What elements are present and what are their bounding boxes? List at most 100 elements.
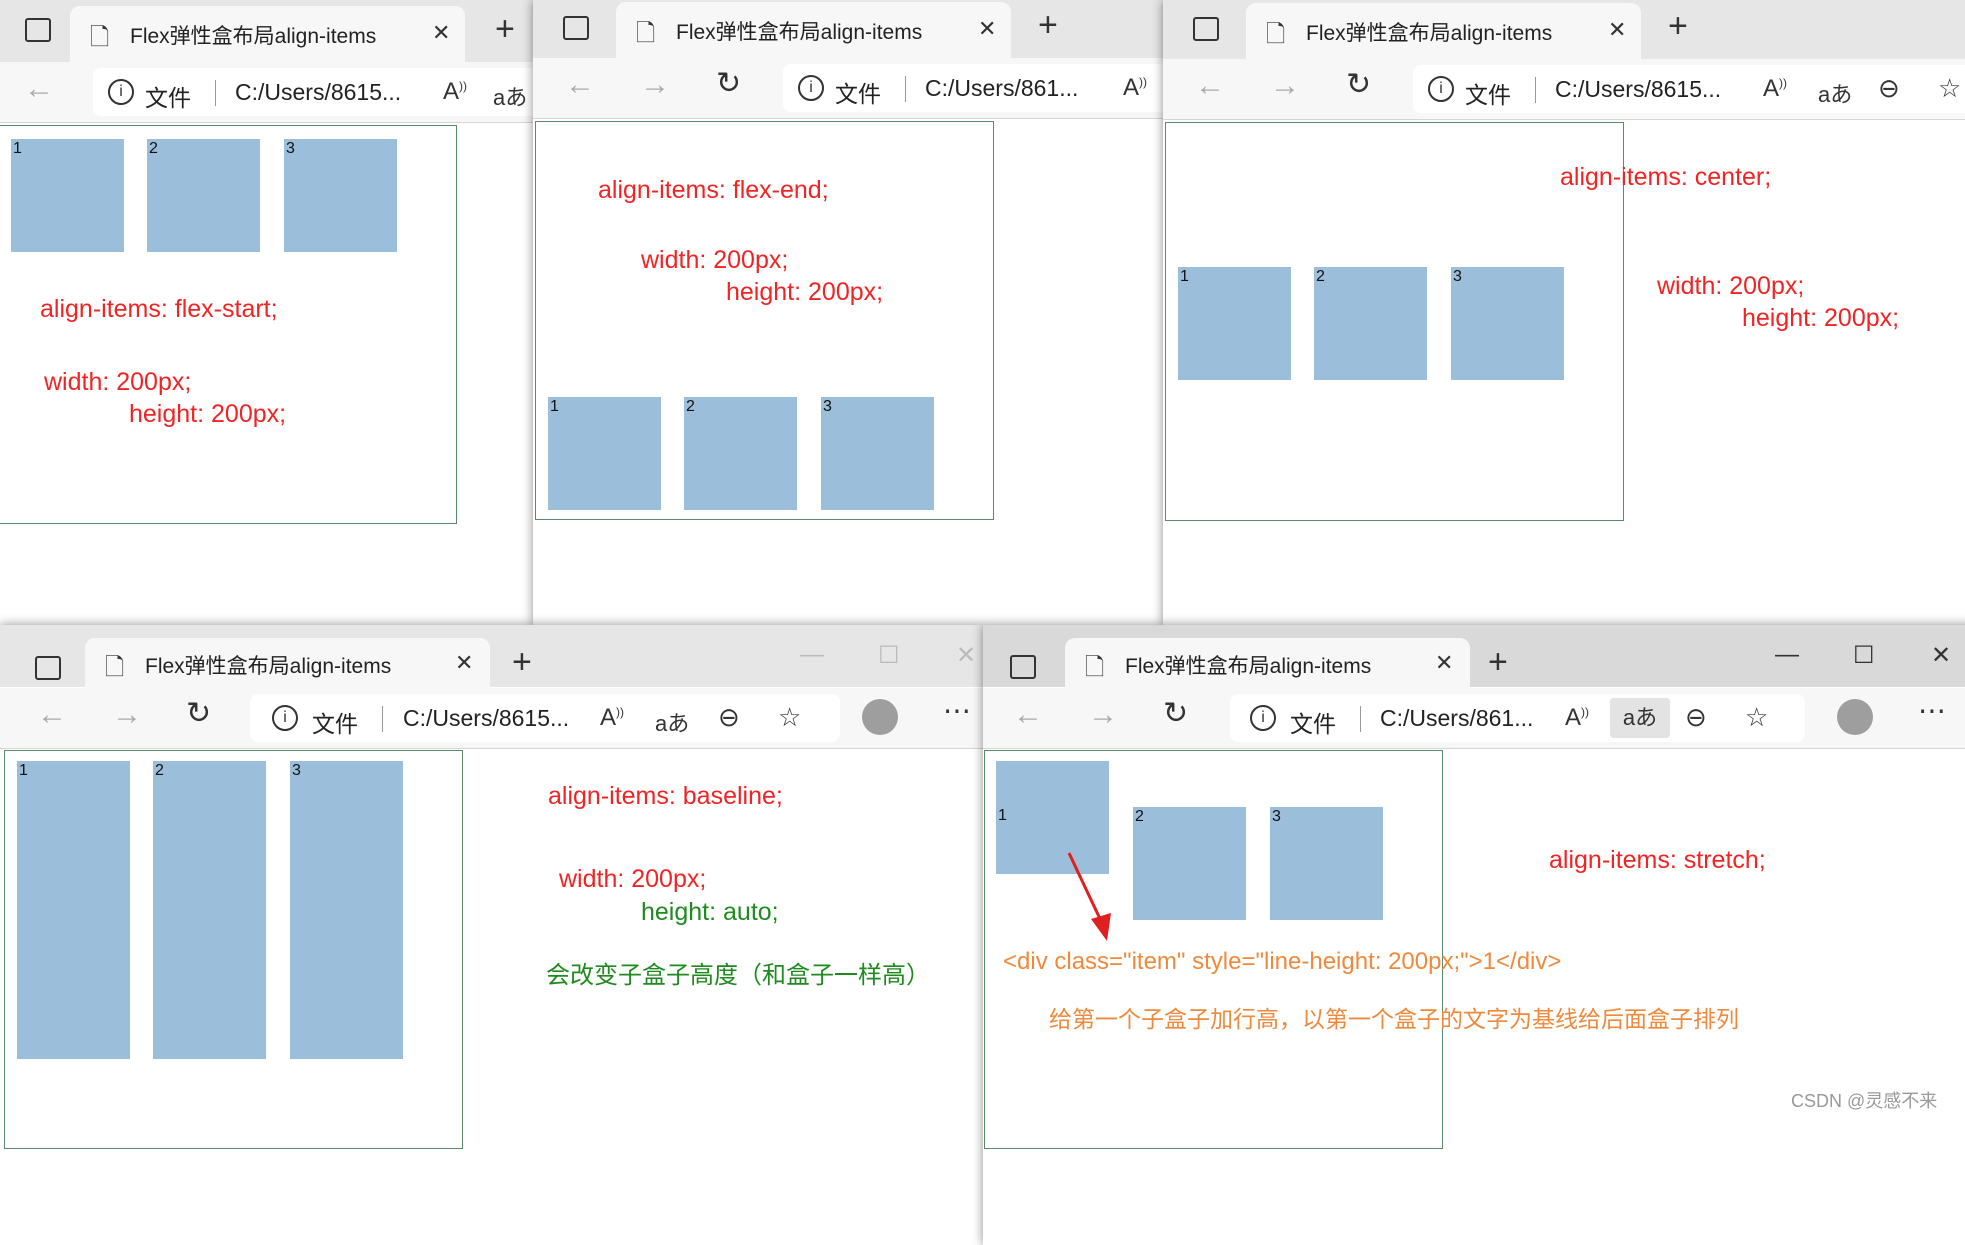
tab-bar: 🗋 Flex弹性盒布局align-items ✕ + — ☐ ✕: [0, 625, 983, 688]
browser-window-baseline: 🗋 Flex弹性盒布局align-items ✕ + — ☐ ✕ ← → ↻ i…: [0, 625, 983, 1245]
tab[interactable]: 🗋 Flex弹性盒布局align-items ✕: [1065, 638, 1470, 688]
refresh-icon[interactable]: ↻: [716, 66, 741, 101]
read-aloud-icon[interactable]: A)): [1123, 74, 1147, 102]
flex-item-3: 3: [1451, 267, 1564, 380]
code-note: <div class="item" style="line-height: 20…: [1003, 948, 1562, 975]
back-icon[interactable]: ←: [1195, 69, 1225, 103]
more-menu-icon[interactable]: ⋯: [943, 694, 971, 727]
tab[interactable]: 🗋 Flex弹性盒布局align-items ✕: [85, 638, 490, 688]
new-tab-icon[interactable]: +: [512, 643, 532, 682]
close-tab-icon[interactable]: ✕: [432, 20, 450, 46]
zoom-out-icon[interactable]: ⊖: [1685, 702, 1707, 733]
tab-actions-icon[interactable]: [1193, 17, 1219, 41]
forward-icon[interactable]: →: [640, 68, 670, 102]
back-icon[interactable]: ←: [24, 72, 54, 106]
width-note: width: 200px;: [1657, 272, 1805, 300]
read-aloud-icon[interactable]: A)): [443, 78, 467, 106]
translate-icon[interactable]: aあ: [655, 706, 689, 738]
page-icon: 🗋: [90, 24, 110, 51]
read-aloud-icon[interactable]: A)): [600, 704, 624, 732]
new-tab-icon[interactable]: +: [495, 10, 515, 49]
tab[interactable]: 🗋 Flex弹性盒布局align-items ✕: [70, 6, 465, 62]
profile-avatar[interactable]: [1837, 699, 1873, 735]
new-tab-icon[interactable]: +: [1488, 643, 1508, 682]
info-icon[interactable]: i: [1428, 76, 1454, 102]
align-note: align-items: flex-start;: [40, 295, 278, 323]
tab-actions-icon[interactable]: [25, 18, 51, 42]
tab-actions-icon[interactable]: [35, 656, 61, 680]
flex-item-1: 1: [1178, 267, 1291, 380]
browser-window-flex-end: 🗋 Flex弹性盒布局align-items ✕ + ← → ↻ i 文件 C:…: [533, 0, 1168, 625]
forward-icon[interactable]: →: [1088, 698, 1118, 732]
back-icon[interactable]: ←: [37, 698, 67, 732]
close-tab-icon[interactable]: ✕: [1435, 650, 1453, 676]
close-tab-icon[interactable]: ✕: [1608, 17, 1626, 43]
page-icon: 🗋: [636, 20, 656, 47]
width-note: width: 200px;: [559, 865, 707, 893]
close-tab-icon[interactable]: ✕: [455, 650, 473, 676]
new-tab-icon[interactable]: +: [1038, 6, 1058, 45]
more-menu-icon[interactable]: ⋯: [1918, 694, 1946, 727]
read-aloud-icon[interactable]: A)): [1565, 704, 1589, 732]
maximize-icon[interactable]: ☐: [1853, 641, 1875, 670]
toolbar: ← i 文件 C:/Users/8615... A)) aあ: [0, 62, 535, 123]
favorites-add-icon[interactable]: ☆: [1745, 702, 1768, 733]
forward-icon[interactable]: →: [1270, 69, 1300, 103]
separator: [215, 80, 216, 106]
translate-icon[interactable]: aあ: [493, 80, 527, 112]
refresh-icon[interactable]: ↻: [186, 696, 211, 731]
info-icon[interactable]: i: [798, 75, 824, 101]
address-bar[interactable]: i 文件 C:/Users/8615... A)) aあ ⊖ ☆: [250, 694, 840, 742]
tab-actions-icon[interactable]: [1010, 655, 1036, 679]
close-tab-icon[interactable]: ✕: [978, 16, 996, 42]
close-window-icon[interactable]: ✕: [956, 641, 976, 670]
info-icon[interactable]: i: [272, 705, 298, 731]
file-label: 文件: [1290, 711, 1336, 737]
baseline-explanation: 会改变子盒子高度（和盒子一样高）: [546, 962, 930, 989]
tab[interactable]: 🗋 Flex弹性盒布局align-items ✕: [616, 2, 1011, 58]
address-bar[interactable]: i 文件 C:/Users/861... A)): [783, 64, 1168, 112]
address-bar[interactable]: i 文件 C:/Users/861... A)) aあ ⊖ ☆: [1230, 694, 1805, 742]
translate-icon[interactable]: aあ: [1818, 77, 1852, 109]
flex-item-3: 3: [821, 397, 934, 510]
align-note: align-items: baseline;: [548, 782, 783, 810]
tab-title: Flex弹性盒布局align-items: [676, 21, 923, 44]
back-icon[interactable]: ←: [1013, 698, 1043, 732]
read-aloud-icon[interactable]: A)): [1763, 75, 1787, 103]
flex-container: 1 2 3: [4, 750, 463, 1149]
zoom-out-icon[interactable]: ⊖: [1878, 73, 1900, 104]
tab[interactable]: 🗋 Flex弹性盒布局align-items ✕: [1246, 3, 1641, 59]
flex-item-1: 1: [11, 139, 124, 252]
tab-bar: 🗋 Flex弹性盒布局align-items ✕ + — ☐ ✕: [983, 625, 1965, 688]
minimize-icon[interactable]: —: [800, 641, 824, 669]
flex-item-2: 2: [153, 761, 266, 1059]
favorites-add-icon[interactable]: ☆: [778, 702, 801, 733]
page-icon: 🗋: [1085, 654, 1105, 681]
width-note: width: 200px;: [44, 368, 192, 396]
page-content: 1 2 3 align-items: baseline; width: 200p…: [0, 749, 983, 1245]
align-note: align-items: center;: [1560, 163, 1772, 191]
refresh-icon[interactable]: ↻: [1346, 67, 1371, 102]
zoom-out-icon[interactable]: ⊖: [718, 702, 740, 733]
item-label: 3: [292, 762, 301, 779]
new-tab-icon[interactable]: +: [1668, 7, 1688, 46]
back-icon[interactable]: ←: [565, 68, 595, 102]
tab-title: Flex弹性盒布局align-items: [130, 25, 377, 48]
forward-icon[interactable]: →: [112, 698, 142, 732]
tab-actions-icon[interactable]: [563, 16, 589, 40]
separator: [905, 76, 906, 102]
item-label: 3: [286, 140, 295, 157]
address-bar[interactable]: i 文件 C:/Users/8615... A)) aあ ⊖ ☆: [1413, 65, 1965, 113]
address-bar[interactable]: i 文件 C:/Users/8615... A)) aあ: [93, 68, 535, 116]
maximize-icon[interactable]: ☐: [878, 641, 900, 670]
flex-item-1: 1: [17, 761, 130, 1059]
profile-avatar[interactable]: [862, 699, 898, 735]
refresh-icon[interactable]: ↻: [1163, 696, 1188, 731]
info-icon[interactable]: i: [1250, 705, 1276, 731]
favorites-add-icon[interactable]: ☆: [1938, 73, 1961, 104]
translate-icon[interactable]: aあ: [1610, 698, 1670, 738]
info-icon[interactable]: i: [108, 79, 134, 105]
close-window-icon[interactable]: ✕: [1931, 641, 1951, 670]
align-note: align-items: stretch;: [1549, 846, 1766, 874]
minimize-icon[interactable]: —: [1775, 641, 1799, 669]
